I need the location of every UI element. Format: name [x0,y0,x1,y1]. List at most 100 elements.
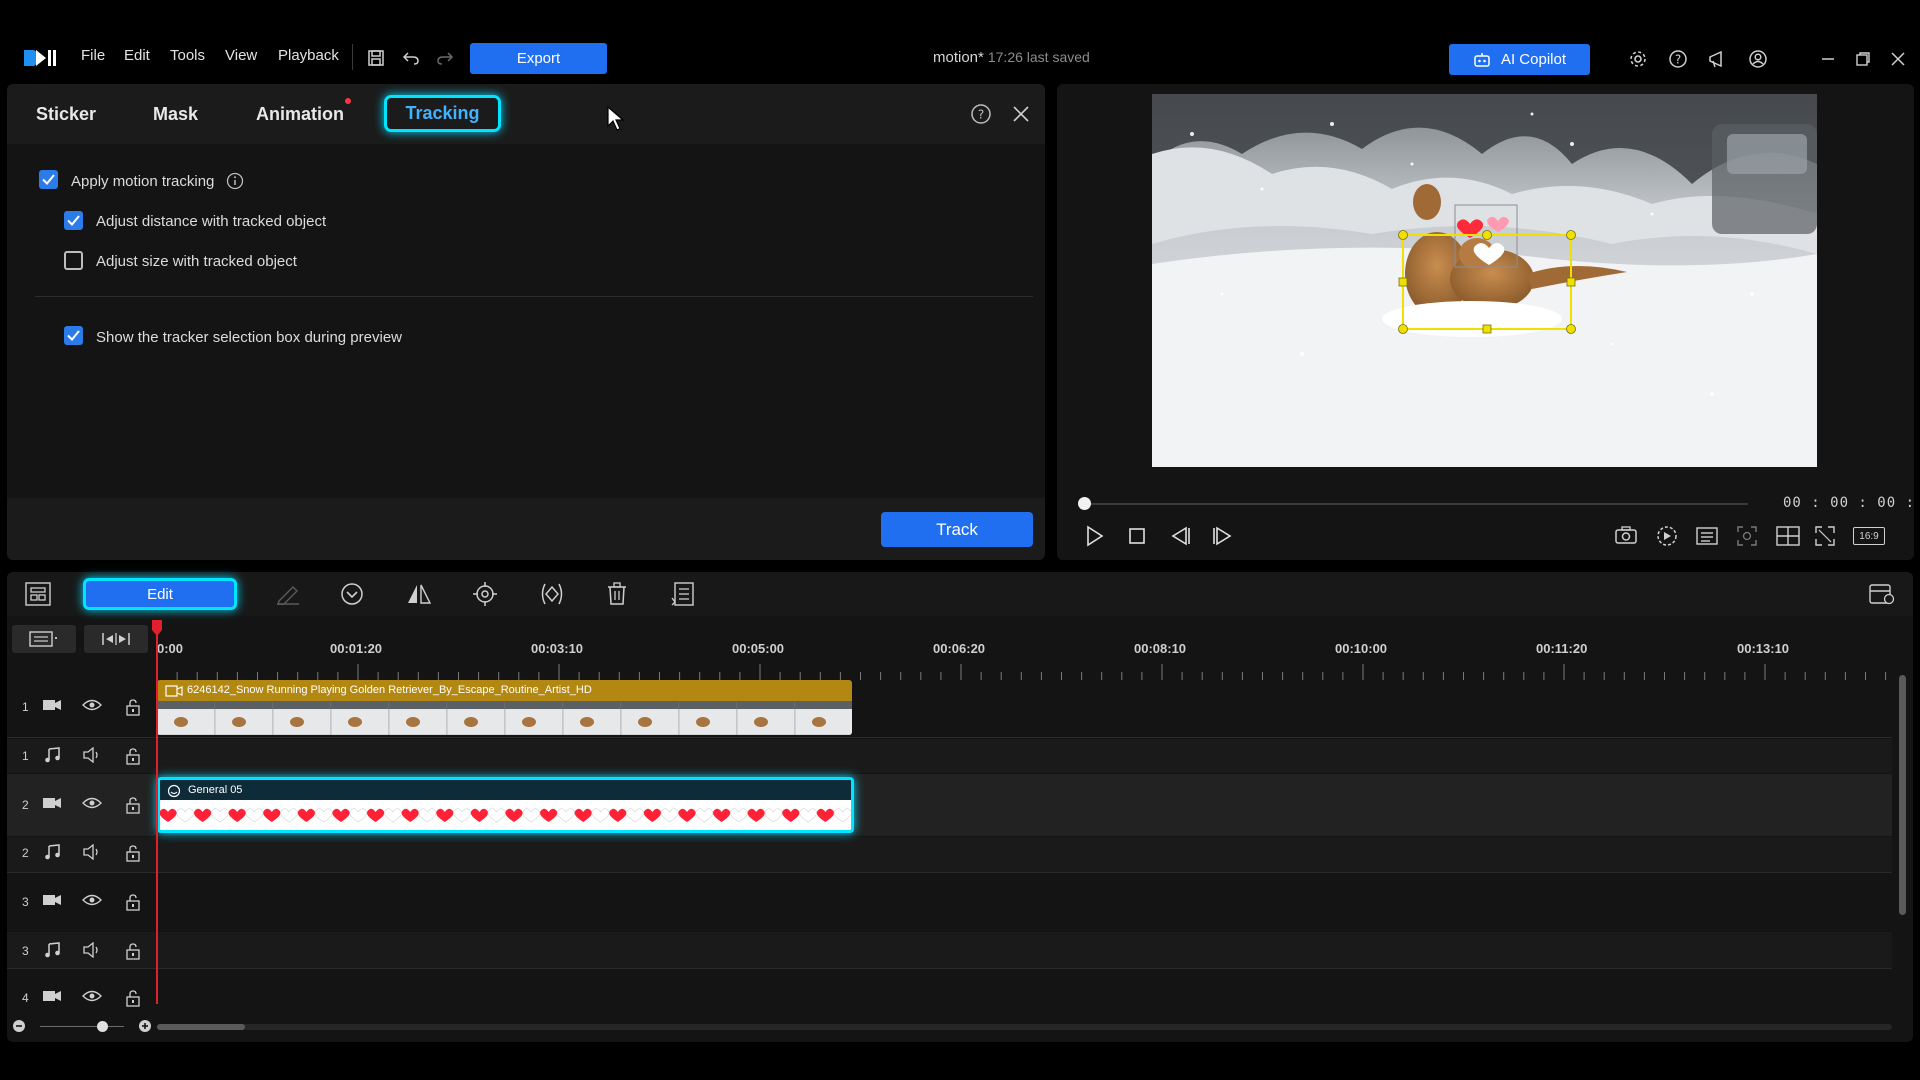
menu-file[interactable]: File [81,47,105,64]
menu-playback[interactable]: Playback [278,47,339,64]
video-clip[interactable]: 6246142_Snow Running Playing Golden Retr… [157,680,852,735]
next-frame-icon[interactable] [1211,526,1233,546]
speed-dropdown-icon[interactable] [340,582,364,606]
preview-video-frame[interactable] [1152,94,1817,467]
redo-icon[interactable] [431,44,459,72]
subtitles-list-icon[interactable] [1696,527,1718,545]
track-visibility-eye-icon[interactable] [82,893,102,907]
add-track-icon [29,630,59,648]
track-lock-icon[interactable] [125,844,141,862]
adjust-size-checkbox[interactable] [64,251,83,270]
zoom-fit-icon[interactable] [1737,526,1757,546]
motion-tracking-target-icon[interactable] [473,582,497,606]
add-track-button[interactable] [12,625,76,653]
track-lock-icon[interactable] [125,942,141,960]
timeline-horizontal-scrollbar-track[interactable] [157,1024,1892,1030]
video-track-camera-icon [42,698,62,712]
media-library-icon[interactable] [25,582,51,606]
timeline-horizontal-scrollbar-thumb[interactable] [157,1024,245,1030]
tab-mask[interactable]: Mask [153,104,198,125]
ruler-label: 00:10:00 [1335,641,1388,656]
preview-progress-handle[interactable] [1078,497,1091,510]
minimize-icon[interactable] [1814,45,1842,73]
edit-button[interactable]: Edit [83,578,237,610]
property-panel: Sticker Mask Animation Tracking ? Apply … [7,84,1045,560]
zoom-in-icon[interactable] [138,1019,152,1033]
options-divider [35,296,1033,297]
sticker-clip[interactable]: General 05 [157,777,854,833]
stop-icon[interactable] [1128,527,1146,545]
timeline-ruler[interactable] [157,660,1892,680]
track-mute-speaker-icon[interactable] [82,942,102,958]
fit-timeline-button[interactable] [84,625,148,653]
track-number: 2 [22,846,29,860]
flip-icon[interactable] [406,583,432,605]
notification-megaphone-icon[interactable] [1704,45,1732,73]
ai-copilot-button[interactable]: AI Copilot [1449,44,1590,75]
track-lock-icon[interactable] [125,893,141,911]
timecode-display: 00 : 00 : 00 : 00 [1783,495,1920,511]
track-visibility-eye-icon[interactable] [82,989,102,1003]
sticker-clip-icon [167,784,181,798]
menu-tools[interactable]: Tools [170,47,205,64]
track-lock-icon[interactable] [125,796,141,814]
hearts-thumbnail-strip [160,800,851,830]
apply-motion-tracking-label: Apply motion tracking [71,173,215,190]
menu-edit[interactable]: Edit [124,47,150,64]
track-lock-icon[interactable] [125,698,141,716]
export-button[interactable]: Export [470,43,607,74]
track-separator [7,872,1892,873]
ruler-label: 00:06:20 [933,641,986,656]
fullscreen-icon[interactable] [1815,526,1835,546]
track-lock-icon[interactable] [125,989,141,1007]
tab-animation[interactable]: Animation [256,104,344,125]
track-mute-speaker-icon[interactable] [82,844,102,860]
track-visibility-eye-icon[interactable] [82,698,102,712]
zoom-slider-track[interactable] [40,1026,124,1027]
settings-gear-icon[interactable] [1624,45,1652,73]
menu-view[interactable]: View [225,47,257,64]
undo-icon[interactable] [397,44,425,72]
show-tracker-box-checkbox[interactable] [64,326,83,345]
video-track-camera-icon [42,796,62,810]
playhead-handle[interactable] [152,620,162,636]
zoom-out-icon[interactable] [12,1019,26,1033]
ruler-label: 00:11:20 [1536,641,1588,656]
info-icon[interactable] [226,172,244,190]
aspect-ratio-button[interactable]: 16:9 [1853,527,1885,545]
tab-sticker[interactable]: Sticker [36,104,96,125]
preview-progress-track[interactable] [1085,503,1748,505]
timeline-vertical-scrollbar[interactable] [1899,675,1906,915]
keyframe-icon[interactable] [538,582,566,606]
track-row [7,932,1892,968]
playback-quality-icon[interactable] [1656,525,1678,547]
ruler-label: 0:00 [157,641,184,656]
play-icon[interactable] [1085,525,1105,547]
delete-trash-icon[interactable] [606,582,628,606]
more-tools-list-icon[interactable] [671,582,695,606]
zoom-slider-handle[interactable] [97,1021,108,1032]
restore-icon[interactable] [1849,45,1877,73]
track-lock-icon[interactable] [125,747,141,765]
layout-grid-icon[interactable] [1776,526,1800,546]
track-number: 4 [22,991,29,1005]
ruler-label: 00:01:20 [330,641,383,656]
help-icon[interactable]: ? [1664,45,1692,73]
track-mute-speaker-icon[interactable] [82,747,102,763]
previous-frame-icon[interactable] [1170,526,1192,546]
adjust-distance-checkbox[interactable] [64,211,83,230]
save-icon[interactable] [362,44,390,72]
snapshot-camera-icon[interactable] [1615,526,1637,544]
track-visibility-eye-icon[interactable] [82,796,102,810]
close-window-icon[interactable] [1884,45,1912,73]
divider [352,44,353,70]
track-button[interactable]: Track [881,512,1033,547]
tab-tracking[interactable]: Tracking [384,95,501,132]
timeline-settings-icon[interactable] [1869,582,1895,606]
account-icon[interactable] [1744,45,1772,73]
panel-close-icon[interactable] [1007,100,1035,128]
panel-help-icon[interactable]: ? [967,100,995,128]
playhead-line[interactable] [156,622,158,1004]
apply-motion-tracking-checkbox[interactable] [39,170,58,189]
app-logo-icon [22,46,58,68]
